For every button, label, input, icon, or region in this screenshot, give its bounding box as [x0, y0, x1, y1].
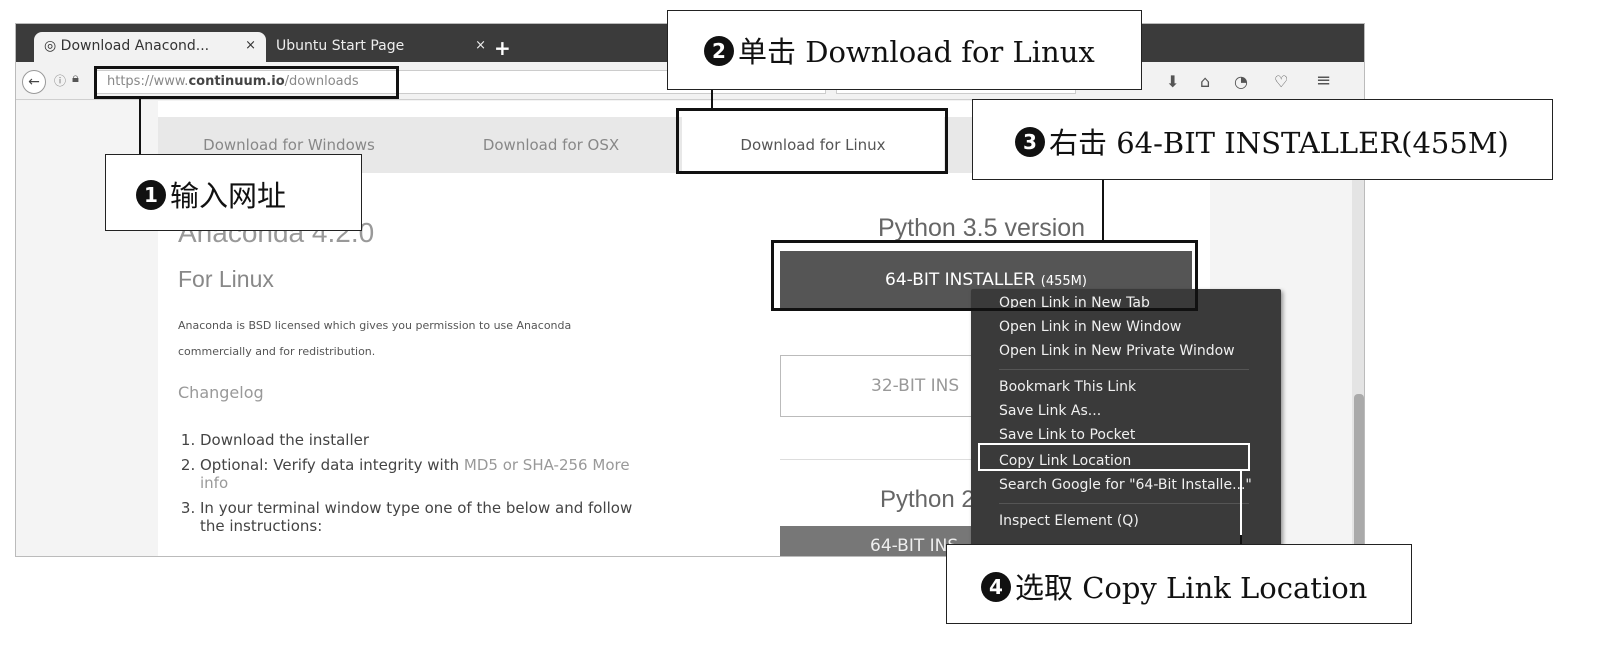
download-icon[interactable]: ⬇	[1166, 72, 1179, 91]
close-tab-icon[interactable]: ×	[475, 38, 486, 53]
tab-label: Ubuntu Start Page	[276, 38, 405, 54]
menu-save-link-as[interactable]: Save Link As...	[999, 403, 1101, 419]
menu-icon[interactable]: ≡	[1316, 70, 1331, 91]
connector-line-4	[1240, 535, 1242, 544]
tab-anaconda-download[interactable]: ◎ Download Anacond... ×	[34, 32, 266, 62]
connector-line-4-upper	[1240, 471, 1242, 544]
step-item: In your terminal window type one of the …	[200, 499, 658, 535]
callout-step-4: 4 选取 Copy Link Location	[946, 544, 1412, 624]
callout-text: 选取 Copy Link Location	[1015, 571, 1368, 605]
highlight-64bit-installer	[771, 240, 1198, 311]
pocket-icon[interactable]: ♡	[1274, 72, 1288, 91]
callout-step-3: 3 右击 64-BIT INSTALLER(455M)	[972, 99, 1553, 180]
callout-step-1: 1 输入网址	[105, 154, 362, 231]
menu-inspect-element[interactable]: Inspect Element (Q)	[999, 513, 1139, 529]
menu-search-google[interactable]: Search Google for "64-Bit Installe..."	[999, 477, 1252, 493]
back-button[interactable]: ←	[22, 70, 46, 94]
new-tab-button[interactable]: +	[494, 36, 511, 60]
scrollbar-thumb[interactable]	[1354, 394, 1364, 554]
install-steps: Download the installer Optional: Verify …	[178, 431, 658, 542]
tab-label: Download Anacond...	[60, 38, 210, 54]
globe-icon: ◎	[44, 38, 61, 54]
connector-line-3	[1102, 180, 1104, 240]
step-number-badge: 4	[981, 572, 1011, 602]
checksum-link[interactable]: MD5 or SHA-256	[464, 456, 588, 474]
menu-open-private-window[interactable]: Open Link in New Private Window	[999, 343, 1235, 359]
highlight-linux-tab	[676, 108, 948, 174]
info-icon[interactable]: ⓘ	[54, 72, 66, 89]
highlight-copy-link-location	[978, 443, 1250, 471]
close-tab-icon[interactable]: ×	[245, 38, 256, 53]
python35-heading: Python 3.5 version	[878, 214, 1086, 242]
lock-icon: 🔒︎	[72, 71, 79, 86]
platform-subtitle: For Linux	[178, 266, 274, 292]
menu-save-to-pocket[interactable]: Save Link to Pocket	[999, 427, 1135, 443]
menu-separator	[999, 503, 1249, 504]
highlight-url-field	[94, 66, 399, 99]
connector-line-1	[139, 99, 141, 154]
context-menu: Open Link in New Tab Open Link in New Wi…	[971, 289, 1281, 556]
changelog-link[interactable]: Changelog	[178, 383, 264, 402]
history-icon[interactable]: ◔	[1234, 72, 1248, 91]
callout-text: 右击 64-BIT INSTALLER(455M)	[1049, 126, 1509, 160]
tab-download-osx[interactable]: Download for OSX	[420, 117, 682, 173]
license-text: Anaconda is BSD licensed which gives you…	[178, 319, 572, 358]
menu-open-new-window[interactable]: Open Link in New Window	[999, 319, 1181, 335]
callout-text: 单击 Download for Linux	[738, 35, 1095, 69]
python27-heading: Python 2	[880, 486, 975, 513]
tab-ubuntu-start-page[interactable]: Ubuntu Start Page ×	[266, 32, 496, 62]
connector-line-2	[711, 90, 713, 108]
callout-text: 输入网址	[170, 179, 287, 213]
step-number-badge: 2	[704, 36, 734, 66]
step-item: Optional: Verify data integrity with MD5…	[200, 456, 658, 492]
home-icon[interactable]: ⌂	[1200, 72, 1210, 91]
step-item: Download the installer	[200, 431, 658, 449]
menu-bookmark-link[interactable]: Bookmark This Link	[999, 379, 1136, 395]
menu-separator	[999, 369, 1249, 370]
step-number-badge: 3	[1015, 127, 1045, 157]
callout-step-2: 2 单击 Download for Linux	[667, 10, 1142, 90]
step-number-badge: 1	[136, 180, 166, 210]
